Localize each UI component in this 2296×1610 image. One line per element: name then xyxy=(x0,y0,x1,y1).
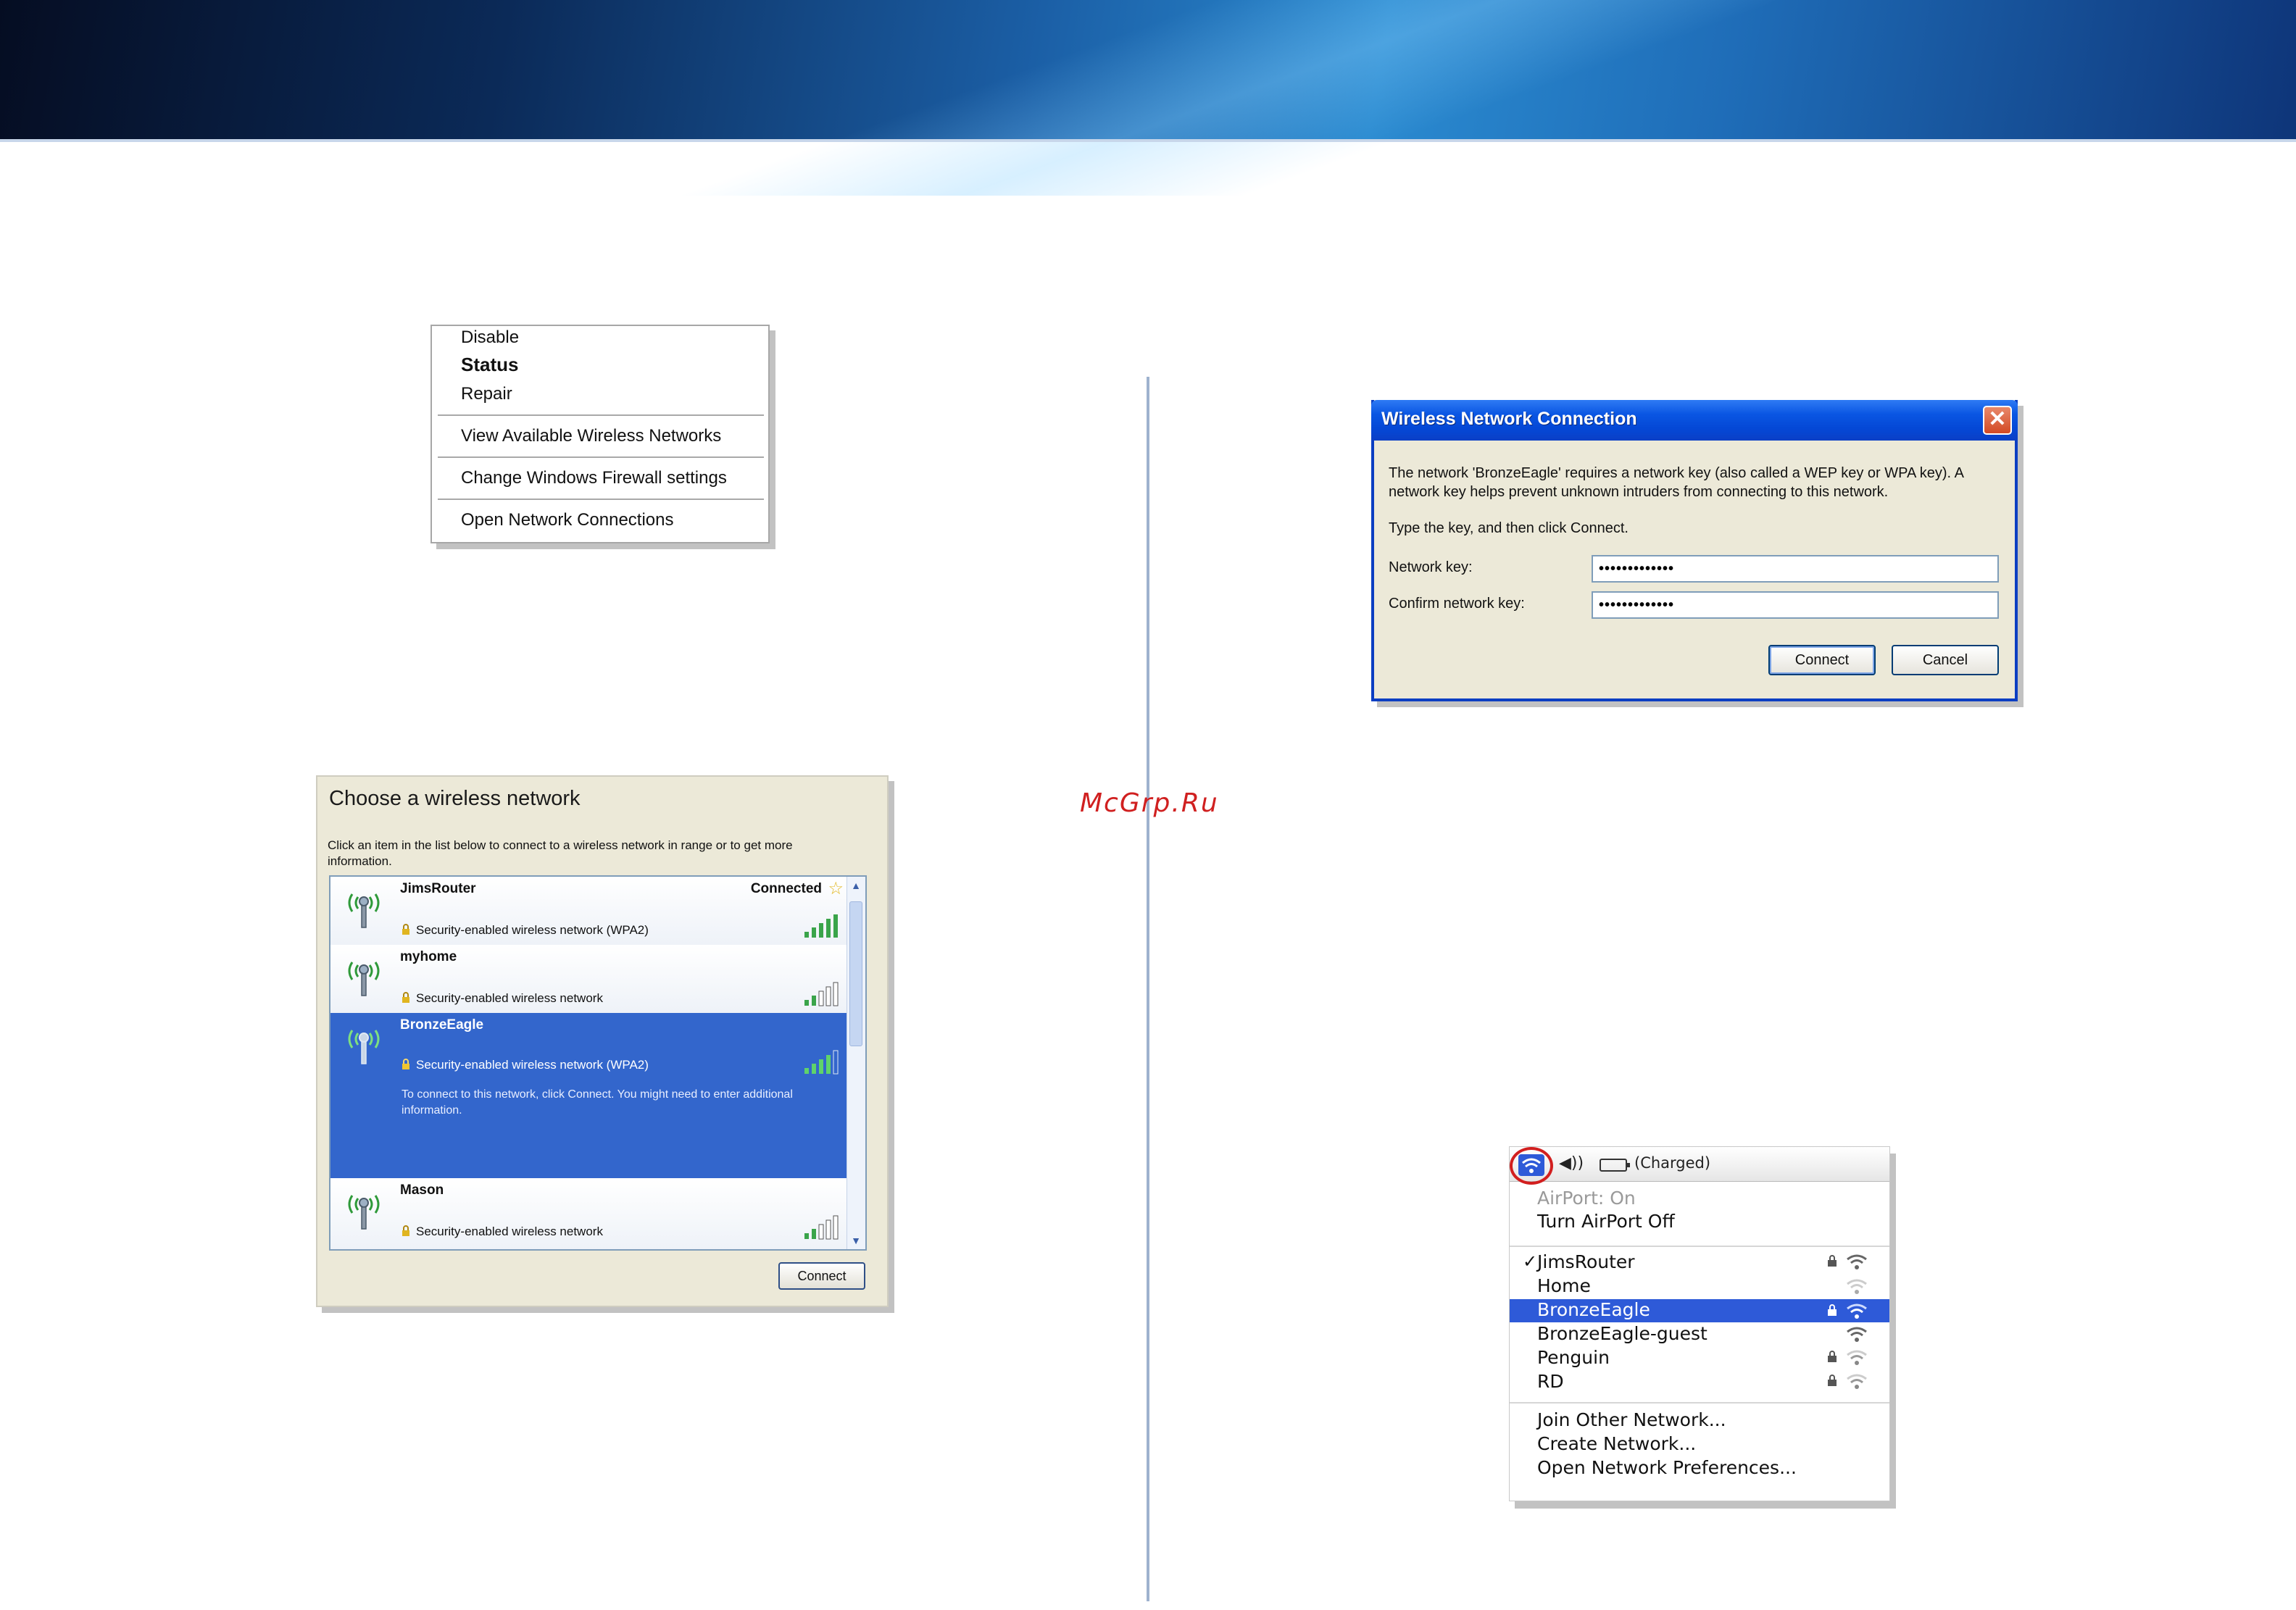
confirm-network-key-label: Confirm network key: xyxy=(1389,596,1525,612)
star-icon: ☆ xyxy=(828,879,844,898)
airport-menu: ◀)) (Charged) AirPort: On Turn AirPort O… xyxy=(1509,1146,1890,1501)
antenna-icon xyxy=(348,893,380,928)
battery-status: (Charged) xyxy=(1634,1154,1711,1172)
dialog-message: The network 'BronzeEagle' requires a net… xyxy=(1389,465,1963,500)
signal-strength-icon xyxy=(804,1215,839,1240)
menu-separator xyxy=(1510,1246,1889,1247)
network-list[interactable]: JimsRouter Connected ☆ Security-enabled … xyxy=(329,875,867,1251)
antenna-icon xyxy=(348,1195,380,1230)
antenna-icon xyxy=(348,962,380,996)
scroll-up-icon[interactable]: ▲ xyxy=(850,880,862,891)
network-item-bronzeeagle[interactable]: BronzeEagle xyxy=(1537,1299,1650,1320)
wifi-signal-icon xyxy=(1847,1350,1867,1365)
security-text: Security-enabled wireless network xyxy=(402,1225,603,1239)
wifi-signal-icon xyxy=(1847,1327,1867,1342)
network-row-mason[interactable]: Mason Security-enabled wireless network xyxy=(330,1178,848,1249)
signal-strength-icon xyxy=(804,1050,839,1075)
wireless-network-connection-dialog: Wireless Network Connection ✕ The networ… xyxy=(1371,400,2018,701)
list-scrollbar[interactable]: ▲ ▼ xyxy=(847,877,865,1249)
dialog-title: Wireless Network Connection xyxy=(1381,409,1637,429)
lock-icon xyxy=(1828,1304,1837,1316)
menu-separator xyxy=(438,414,764,416)
network-key-label: Network key: xyxy=(1389,559,1473,575)
turn-airport-off-item[interactable]: Turn AirPort Off xyxy=(1537,1211,1675,1232)
network-name: BronzeEagle xyxy=(400,1017,484,1033)
connect-info-text: To connect to this network, click Connec… xyxy=(402,1088,793,1117)
network-row-myhome[interactable]: myhome Security-enabled wireless network xyxy=(330,945,848,1013)
manual-page: McGrp.Ru Disable Status Repair View Avai… xyxy=(0,0,2296,1610)
choose-wireless-network-panel: Choose a wireless network Click an item … xyxy=(316,775,889,1307)
dialog-title-bar: Wireless Network Connection ✕ xyxy=(1371,400,2018,441)
airport-status: AirPort: On xyxy=(1537,1188,1636,1209)
wifi-signal-icon xyxy=(1847,1374,1867,1389)
panel-description: Click an item in the list below to conne… xyxy=(328,838,793,868)
connected-status: Connected xyxy=(750,881,822,896)
network-row-jimsrouter[interactable]: JimsRouter Connected ☆ Security-enabled … xyxy=(330,877,848,945)
panel-title: Choose a wireless network xyxy=(329,787,581,810)
close-icon[interactable]: ✕ xyxy=(1983,406,2012,435)
network-item-bronzeeagle-guest[interactable]: BronzeEagle-guest xyxy=(1537,1323,1708,1344)
network-name: JimsRouter xyxy=(400,881,476,896)
menu-separator xyxy=(438,456,764,458)
column-divider xyxy=(1147,377,1149,1601)
wifi-signal-icon xyxy=(1847,1304,1867,1319)
wifi-signal-icon xyxy=(1847,1254,1867,1269)
tray-context-menu: Disable Status Repair View Available Wir… xyxy=(430,325,770,543)
network-item-bronzeeagle-selected[interactable]: BronzeEagle xyxy=(1510,1299,1889,1322)
signal-strength-icon xyxy=(804,914,838,938)
menu-separator xyxy=(438,499,764,500)
banner-rule xyxy=(0,139,2296,142)
menu-item-status[interactable]: Status xyxy=(461,354,518,376)
network-item-home[interactable]: Home xyxy=(1537,1275,1591,1296)
menu-bar: ◀)) (Charged) xyxy=(1510,1147,1889,1185)
wifi-signal-icon xyxy=(1847,1279,1867,1294)
network-item-penguin[interactable]: Penguin xyxy=(1537,1347,1610,1368)
menu-item-firewall-settings[interactable]: Change Windows Firewall settings xyxy=(461,468,727,488)
network-name: Mason xyxy=(400,1183,444,1198)
scroll-thumb[interactable] xyxy=(849,901,862,1046)
network-name: myhome xyxy=(400,949,457,964)
security-text: Security-enabled wireless network (WPA2) xyxy=(402,1058,649,1072)
confirm-network-key-input[interactable]: ••••••••••••• xyxy=(1592,591,1999,619)
antenna-icon xyxy=(348,1030,380,1064)
menu-item-disable[interactable]: Disable xyxy=(461,328,519,348)
header-banner xyxy=(0,0,2296,196)
network-row-bronzeeagle[interactable]: BronzeEagle Security-enabled wireless ne… xyxy=(330,1013,848,1178)
security-text: Security-enabled wireless network (WPA2) xyxy=(402,923,649,938)
create-network-item[interactable]: Create Network... xyxy=(1537,1433,1696,1454)
cancel-button[interactable]: Cancel xyxy=(1892,645,1999,675)
network-key-input[interactable]: ••••••••••••• xyxy=(1592,555,1999,583)
checkmark-icon: ✓ xyxy=(1523,1251,1538,1272)
lock-icon xyxy=(402,924,409,935)
connect-button[interactable]: Connect xyxy=(778,1262,865,1290)
menu-item-repair[interactable]: Repair xyxy=(461,384,512,404)
lock-icon xyxy=(1828,1255,1837,1267)
wifi-icon[interactable] xyxy=(1518,1154,1544,1176)
dialog-instruction: Type the key, and then click Connect. xyxy=(1389,520,1629,536)
network-item-rd[interactable]: RD xyxy=(1537,1371,1564,1392)
battery-icon[interactable] xyxy=(1600,1159,1630,1172)
watermark: McGrp.Ru xyxy=(1080,788,1219,818)
menu-separator xyxy=(1510,1402,1889,1403)
network-item-jimsrouter[interactable]: JimsRouter xyxy=(1537,1251,1635,1272)
scroll-down-icon[interactable]: ▼ xyxy=(850,1235,862,1246)
lock-icon xyxy=(1828,1375,1837,1386)
menu-item-open-network-connections[interactable]: Open Network Connections xyxy=(461,510,673,530)
security-text: Security-enabled wireless network xyxy=(402,991,603,1006)
lock-icon xyxy=(402,1059,409,1069)
lock-icon xyxy=(402,1225,409,1236)
open-network-preferences-item[interactable]: Open Network Preferences... xyxy=(1537,1457,1797,1478)
signal-strength-icon xyxy=(804,982,839,1006)
volume-icon[interactable]: ◀)) xyxy=(1559,1154,1584,1172)
connect-button[interactable]: Connect xyxy=(1768,645,1876,675)
lock-icon xyxy=(1828,1351,1837,1362)
join-other-network-item[interactable]: Join Other Network... xyxy=(1537,1409,1726,1430)
lock-icon xyxy=(402,992,409,1003)
menu-item-view-wireless-networks[interactable]: View Available Wireless Networks xyxy=(461,426,721,446)
